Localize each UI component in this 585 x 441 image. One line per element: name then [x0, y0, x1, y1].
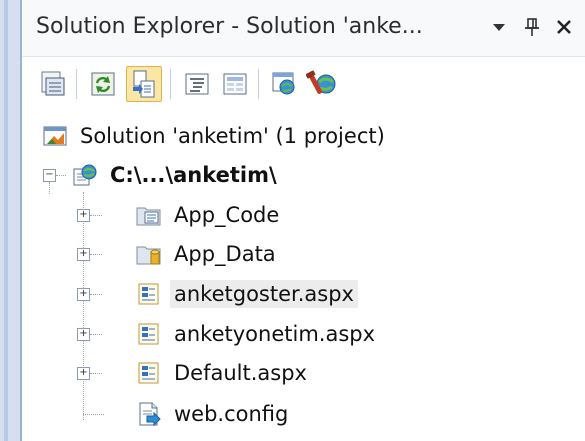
tree-item-label: App_Code	[174, 203, 280, 227]
editor-margin	[0, 0, 20, 441]
tree-item-anketgoster[interactable]: anketgoster.aspx	[136, 275, 358, 313]
aspx-page-icon	[136, 321, 162, 347]
tree-item-web-config[interactable]: web.config	[136, 395, 292, 433]
aspx-page-icon	[136, 360, 162, 386]
solution-explorer-panel: Solution Explorer - Solution 'anke... So…	[20, 0, 585, 441]
tree-line	[83, 192, 84, 420]
tree-item-project[interactable]: C:\...\anketim\	[72, 156, 281, 194]
tree-line	[90, 373, 102, 374]
website-project-icon	[72, 162, 98, 188]
toolbar-separator	[170, 69, 171, 99]
toolbar-separator	[258, 69, 259, 99]
expand-toggle[interactable]: +	[77, 367, 90, 380]
asp-net-configuration-button[interactable]	[305, 67, 340, 101]
tree-item-default[interactable]: Default.aspx	[136, 354, 311, 392]
tree-line	[90, 215, 102, 216]
collapse-toggle[interactable]: −	[43, 169, 56, 182]
close-button[interactable]	[552, 14, 576, 40]
data-folder-icon	[136, 241, 162, 267]
editor-margin-bar	[4, 0, 8, 441]
config-file-icon	[136, 401, 162, 427]
toolbar-separator	[76, 69, 77, 99]
copy-website-icon	[272, 72, 295, 95]
tree-line	[90, 334, 102, 335]
solution-tree: Solution 'anketim' (1 project) − C:\...\…	[22, 112, 585, 441]
copy-website-button[interactable]	[268, 67, 302, 101]
expand-toggle[interactable]: +	[77, 328, 90, 341]
expand-toggle[interactable]: +	[77, 248, 90, 261]
panel-titlebar: Solution Explorer - Solution 'anke...	[22, 0, 585, 57]
refresh-button[interactable]	[86, 67, 120, 101]
tree-item-label: Solution 'anketim' (1 project)	[80, 124, 385, 148]
properties-button[interactable]	[36, 67, 70, 101]
view-designer-button[interactable]	[218, 67, 252, 101]
show-all-files-button[interactable]	[126, 66, 162, 102]
tree-item-label: App_Data	[174, 242, 276, 266]
code-folder-icon	[136, 202, 162, 228]
view-code-icon	[185, 73, 209, 95]
tree-item-app-data[interactable]: App_Data	[136, 235, 280, 273]
close-icon	[557, 20, 571, 34]
properties-icon	[41, 71, 65, 96]
expand-toggle[interactable]: +	[77, 288, 90, 301]
chevron-down-icon	[493, 24, 505, 31]
tree-item-label: C:\...\anketim\	[110, 163, 277, 187]
tree-item-solution[interactable]: Solution 'anketim' (1 project)	[42, 117, 389, 155]
tree-line	[49, 182, 50, 194]
panel-toolbar	[22, 57, 585, 109]
tree-item-app-code[interactable]: App_Code	[136, 196, 283, 234]
tree-item-label: anketyonetim.aspx	[174, 322, 376, 346]
asp-net-configuration-icon	[305, 70, 336, 94]
view-code-button[interactable]	[180, 67, 214, 101]
aspx-page-icon	[136, 281, 162, 307]
tree-item-label: web.config	[174, 402, 289, 426]
tree-line	[83, 414, 104, 415]
tree-item-label: anketgoster.aspx	[170, 280, 358, 308]
view-designer-icon	[223, 73, 247, 95]
tree-item-label: Default.aspx	[174, 361, 307, 385]
show-all-files-icon	[133, 70, 155, 98]
tree-line	[90, 254, 102, 255]
auto-hide-button[interactable]	[520, 14, 544, 40]
pin-icon	[525, 18, 539, 36]
solution-icon	[42, 123, 68, 149]
tree-item-anketyonetim[interactable]: anketyonetim.aspx	[136, 315, 379, 353]
window-position-dropdown-button[interactable]	[487, 14, 511, 40]
panel-title: Solution Explorer - Solution 'anke...	[36, 14, 423, 39]
tree-line	[56, 175, 66, 176]
tree-line	[90, 294, 102, 295]
refresh-icon	[91, 72, 115, 96]
expand-toggle[interactable]: +	[77, 209, 90, 222]
